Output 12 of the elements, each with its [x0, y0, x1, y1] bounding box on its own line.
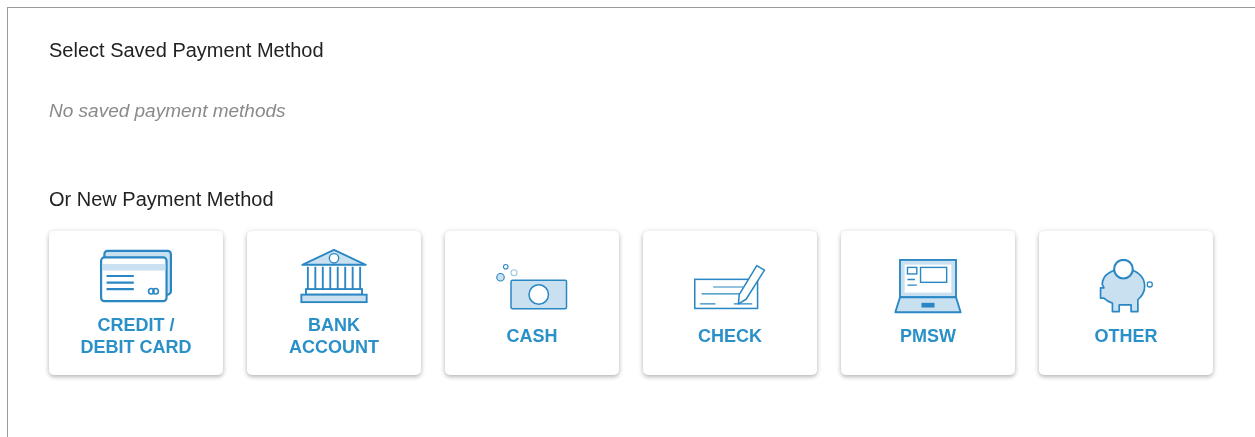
bank-building-icon: [298, 248, 370, 304]
payment-method-button[interactable]: CASH: [445, 231, 619, 375]
payment-method-button[interactable]: CREDIT / DEBIT CARD: [49, 231, 223, 375]
section-heading: Select Saved Payment Method: [49, 38, 324, 62]
payment-method-button[interactable]: BANK ACCOUNT: [247, 231, 421, 375]
credit-card-icon: [100, 248, 172, 304]
section-heading: Or New Payment Method: [49, 187, 274, 211]
laptop-icon: [892, 259, 964, 315]
payment-method-button[interactable]: CHECK: [643, 231, 817, 375]
payment-method-button[interactable]: PMSW: [841, 231, 1015, 375]
empty-message: No saved payment methods: [49, 99, 287, 123]
payment-method-button[interactable]: OTHER: [1039, 231, 1213, 375]
